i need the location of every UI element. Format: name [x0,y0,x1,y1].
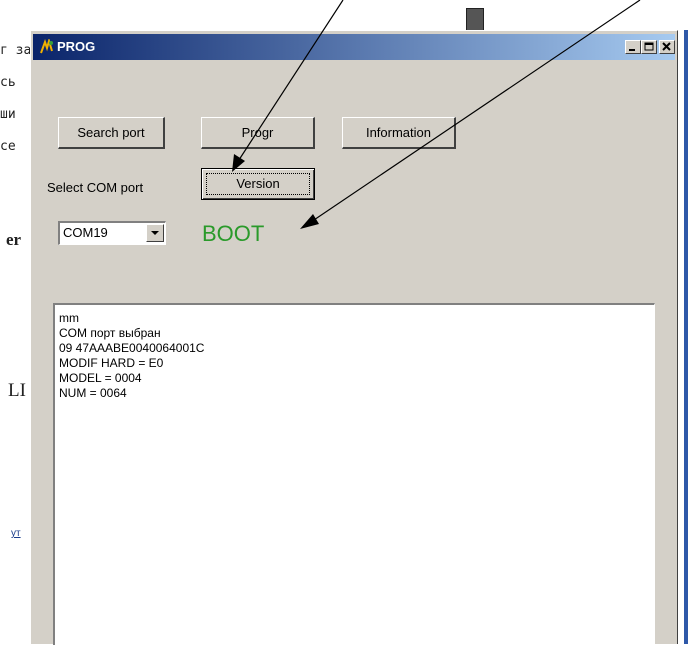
com-port-select[interactable]: COM19 [58,221,166,245]
bg-fragment-1: г за [0,43,32,58]
log-line: 09 47AAABE0040064001C [59,341,205,355]
window-title: PROG [57,39,96,54]
search-port-button[interactable]: Search port [58,117,165,149]
right-edge-bar [684,30,688,644]
version-button[interactable]: Version [201,168,315,200]
background-text-fragments: г за сь ши се [0,27,31,171]
dropdown-arrow-icon [151,231,159,235]
log-line: COM порт выбран [59,326,161,340]
title-bar[interactable]: PROG [33,34,675,60]
log-line: mm [59,311,79,325]
prog-window: PROG Search port Progr Information Selec… [30,30,678,645]
log-output[interactable]: mm COM порт выбран 09 47AAABE0040064001C… [53,303,655,645]
app-icon [40,39,53,54]
bg-fragment-2: сь [0,75,16,90]
focus-rect [206,173,310,195]
status-text: BOOT [202,221,265,246]
bg-bold-fragment: er [6,230,22,249]
close-icon [662,42,671,51]
log-line: NUM = 0064 [59,386,127,400]
log-line: MODEL = 0004 [59,371,142,385]
bg-large-fragment: LI [8,380,26,401]
maximize-button[interactable] [641,40,657,54]
bg-fragment-4: се [0,139,16,154]
com-port-value: COM19 [63,225,108,240]
log-line: MODIF HARD = E0 [59,356,164,370]
minimize-icon [629,49,635,51]
com-port-dropdown-button[interactable] [146,224,164,242]
information-button[interactable]: Information [342,117,456,149]
minimize-button[interactable] [625,40,641,54]
progr-button[interactable]: Progr [201,117,315,149]
close-button[interactable] [659,40,675,54]
maximize-icon [644,42,654,51]
select-com-port-label: Select COM port [47,180,144,195]
bg-fragment-3: ши [0,107,16,122]
bg-link-fragment[interactable]: ут [11,528,21,539]
